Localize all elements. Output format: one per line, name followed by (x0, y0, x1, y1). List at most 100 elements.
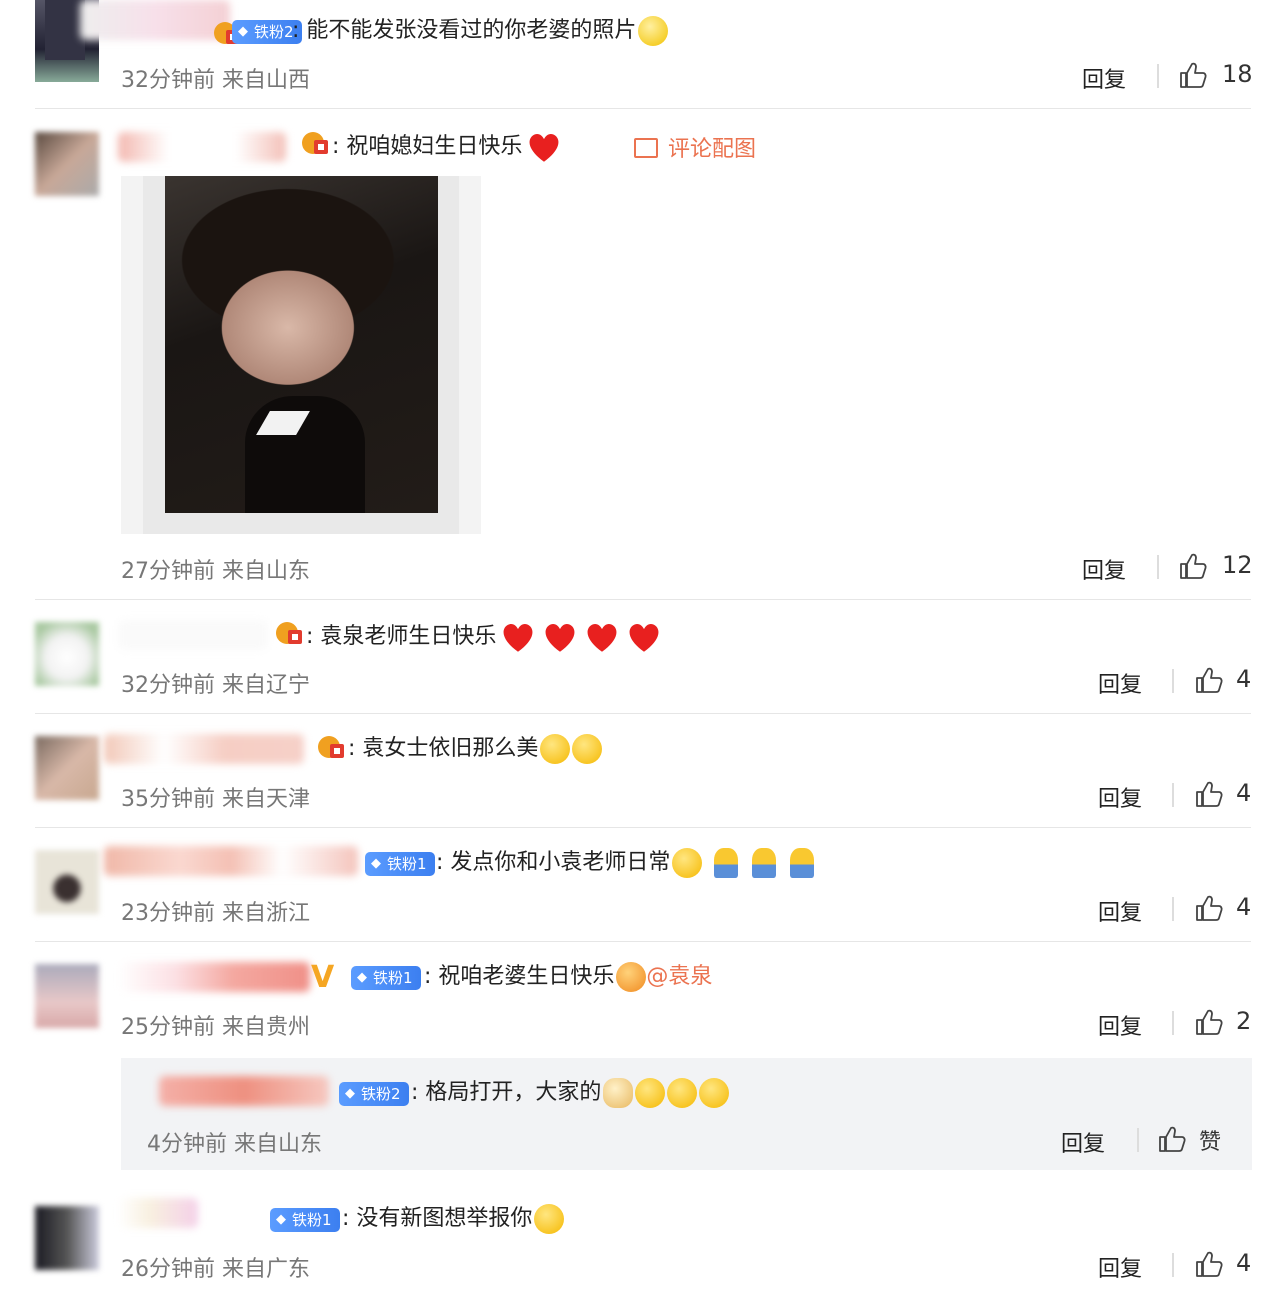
thumbs-up-icon[interactable] (1194, 893, 1224, 923)
scream-emoji-icon (699, 1078, 730, 1108)
heart-emoji-icon (498, 620, 538, 654)
portrait-photo (165, 176, 438, 513)
divider (35, 827, 1251, 828)
scream-emoji-icon (667, 1078, 698, 1108)
comment-time: 32分钟前 (121, 673, 215, 698)
separator (1172, 897, 1174, 921)
reply-button[interactable]: 回复 (1061, 1126, 1105, 1158)
username-blurred[interactable] (118, 620, 268, 650)
like-count: 18 (1222, 60, 1253, 88)
reply-button[interactable]: 回复 (1098, 781, 1142, 813)
like-count: 4 (1236, 665, 1252, 693)
comment-meta: 35分钟前 来自天津 (121, 781, 310, 813)
heart-emoji-icon (540, 620, 580, 654)
separator (1172, 669, 1174, 693)
username-blurred[interactable] (118, 1198, 198, 1228)
comment-time: 27分钟前 (121, 559, 215, 584)
separator (1172, 1253, 1174, 1277)
divider (35, 713, 1251, 714)
username-blurred[interactable] (118, 962, 310, 992)
scream-emoji-icon (635, 1078, 666, 1108)
comment-text: : 能不能发张没看过的你老婆的照片 (292, 16, 669, 46)
avatar[interactable] (35, 736, 99, 800)
comment-meta: 27分钟前 来自山东 (121, 553, 310, 585)
crying-emoji-icon (540, 734, 571, 764)
thinking-emoji-icon (638, 16, 669, 46)
thumbs-up-icon[interactable] (1194, 665, 1224, 695)
username-blurred[interactable] (104, 846, 358, 876)
crown-icon (316, 734, 346, 762)
sub-reply-text: : 格局打开，大家的 (411, 1078, 730, 1108)
reply-button[interactable]: 回复 (1098, 1251, 1142, 1283)
reply-button[interactable]: 回复 (1082, 62, 1126, 94)
thumbs-up-icon[interactable] (1178, 551, 1208, 581)
image-icon (634, 138, 658, 158)
comment-image-link[interactable]: 评论配图 (634, 131, 756, 163)
comment-meta: 23分钟前 来自浙江 (121, 895, 310, 927)
reply-button[interactable]: 回复 (1098, 667, 1142, 699)
kiss-emoji-icon (616, 962, 647, 992)
comment-source: 来自山西 (222, 68, 311, 93)
comment-source: 来自广东 (222, 1257, 311, 1282)
username-blurred[interactable] (118, 132, 286, 162)
comment-image[interactable] (121, 176, 481, 534)
separator (1137, 1128, 1139, 1152)
figure-emoji-icon (752, 848, 777, 878)
separator (1157, 555, 1159, 579)
fan-badge: 铁粉1 (365, 852, 435, 876)
reply-button[interactable]: 回复 (1098, 1009, 1142, 1041)
heart-emoji-icon (582, 620, 622, 654)
like-count: 4 (1236, 893, 1252, 921)
comment-meta: 32分钟前 来自山西 (121, 62, 310, 94)
comment-time: 4分钟前 (147, 1132, 227, 1157)
username-blurred[interactable] (80, 0, 230, 40)
comment-text: : 发点你和小袁老师日常 (436, 848, 815, 878)
separator (1172, 783, 1174, 807)
like-count: 4 (1236, 1249, 1252, 1277)
fan-badge: 铁粉2 (339, 1082, 409, 1106)
username-blurred[interactable] (159, 1076, 329, 1106)
thumbs-up-icon[interactable] (1194, 1249, 1224, 1279)
sub-reply-meta: 4分钟前 来自山东 (147, 1126, 322, 1158)
comment-text: : 祝咱媳妇生日快乐 (332, 130, 564, 164)
crown-icon (300, 130, 330, 158)
reply-button[interactable]: 回复 (1082, 553, 1126, 585)
comment-text: : 袁女士依旧那么美 (348, 734, 603, 764)
thumbs-up-icon[interactable] (1178, 60, 1208, 90)
thumbs-up-icon[interactable] (1194, 1007, 1224, 1037)
like-count: 2 (1236, 1007, 1252, 1035)
comment-time: 32分钟前 (121, 68, 215, 93)
comment-source: 来自山东 (234, 1132, 323, 1157)
divider (35, 941, 1251, 942)
comment-text: : 祝咱老婆生日快乐 @袁泉 (424, 962, 712, 992)
like-label: 赞 (1199, 1130, 1222, 1155)
divider (35, 599, 1251, 600)
reply-button[interactable]: 回复 (1098, 895, 1142, 927)
avatar[interactable] (35, 622, 99, 686)
thumbs-up-icon[interactable] (1157, 1124, 1187, 1154)
avatar[interactable] (35, 964, 99, 1028)
avatar[interactable] (35, 850, 99, 914)
heart-emoji-icon (524, 130, 564, 164)
crown-icon (274, 620, 304, 648)
doge-emoji-icon (603, 1078, 634, 1108)
comment-meta: 25分钟前 来自贵州 (121, 1009, 310, 1041)
avatar[interactable] (35, 1206, 99, 1270)
comment-text: : 袁泉老师生日快乐 (306, 620, 664, 654)
mention-link[interactable]: @袁泉 (646, 964, 712, 989)
username-blurred[interactable] (104, 734, 304, 764)
fan-badge: 铁粉1 (351, 966, 421, 990)
comment-meta: 32分钟前 来自辽宁 (121, 667, 310, 699)
comment-source: 来自贵州 (222, 1015, 311, 1040)
heart-emoji-icon (624, 620, 664, 654)
avatar[interactable] (35, 132, 99, 196)
crying-emoji-icon (672, 848, 703, 878)
crying-emoji-icon (572, 734, 603, 764)
separator (1172, 1011, 1174, 1035)
comment-time: 35分钟前 (121, 787, 215, 812)
comment-source: 来自山东 (222, 559, 311, 584)
figure-emoji-icon (714, 848, 739, 878)
thumbs-up-icon[interactable] (1194, 779, 1224, 809)
comment-time: 25分钟前 (121, 1015, 215, 1040)
comment-source: 来自天津 (222, 787, 311, 812)
